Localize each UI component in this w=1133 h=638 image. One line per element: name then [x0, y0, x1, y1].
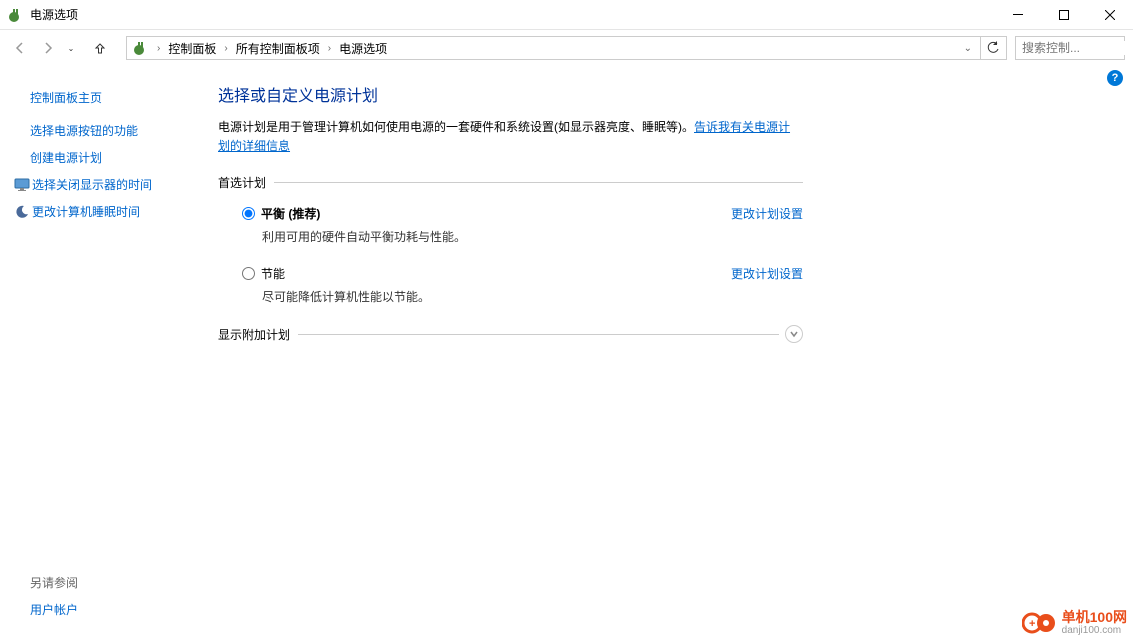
page-description: 电源计划是用于管理计算机如何使用电源的一套硬件和系统设置(如显示器亮度、睡眠等)…: [218, 118, 798, 156]
change-plan-settings-link[interactable]: 更改计划设置: [731, 265, 803, 282]
app-icon: [8, 7, 24, 23]
breadcrumb-bar[interactable]: › 控制面板 › 所有控制面板项 › 电源选项 ⌄: [126, 36, 1007, 60]
chevron-right-icon[interactable]: ›: [220, 43, 231, 54]
section-label: 显示附加计划: [218, 326, 298, 343]
breadcrumb-icon: [131, 38, 151, 58]
refresh-button[interactable]: [980, 36, 1004, 60]
watermark-en: danji100.com: [1062, 625, 1127, 636]
main-content: 选择或自定义电源计划 电源计划是用于管理计算机如何使用电源的一套硬件和系统设置(…: [218, 66, 1133, 638]
help-icon[interactable]: ?: [1107, 70, 1123, 86]
moon-icon: [14, 204, 30, 220]
expand-button[interactable]: [785, 325, 803, 343]
maximize-button[interactable]: [1041, 0, 1087, 30]
window-title: 电源选项: [30, 6, 995, 23]
close-button[interactable]: [1087, 0, 1133, 30]
sidebar-item-power-button[interactable]: 选择电源按钮的功能: [0, 117, 218, 144]
breadcrumb-dropdown[interactable]: ⌄: [964, 43, 972, 54]
sidebar-item-label: 选择电源按钮的功能: [30, 122, 138, 139]
breadcrumb-item[interactable]: 电源选项: [335, 40, 391, 57]
svg-text:+: +: [1029, 618, 1035, 630]
chevron-right-icon[interactable]: ›: [153, 43, 164, 54]
history-dropdown[interactable]: ⌄: [64, 44, 78, 53]
sidebar-home-label: 控制面板主页: [30, 89, 102, 106]
watermark: + 单机100网 danji100.com: [1022, 610, 1127, 636]
up-button[interactable]: [88, 36, 112, 60]
sidebar-item-display-off[interactable]: 选择关闭显示器的时间: [0, 171, 218, 198]
watermark-cn: 单机100网: [1062, 610, 1127, 625]
breadcrumb-item[interactable]: 控制面板: [164, 40, 220, 57]
forward-button[interactable]: [36, 36, 60, 60]
plan-description: 利用可用的硬件自动平衡功耗与性能。: [262, 228, 803, 245]
sidebar-item-label: 选择关闭显示器的时间: [32, 176, 152, 193]
sidebar-item-label: 更改计算机睡眠时间: [32, 203, 140, 220]
plan-balanced: 平衡 (推荐) 更改计划设置 利用可用的硬件自动平衡功耗与性能。: [242, 205, 803, 245]
plan-radio-power-saver[interactable]: [242, 267, 255, 280]
plan-radio-balanced[interactable]: [242, 207, 255, 220]
chevron-right-icon[interactable]: ›: [324, 43, 335, 54]
section-label: 首选计划: [218, 174, 274, 191]
search-box[interactable]: [1015, 36, 1125, 60]
see-also-label: 另请参阅: [30, 574, 218, 591]
window-controls: [995, 0, 1133, 30]
plan-power-saver: 节能 更改计划设置 尽可能降低计算机性能以节能。: [242, 265, 803, 305]
back-button[interactable]: [8, 36, 32, 60]
sidebar-item-label: 创建电源计划: [30, 149, 102, 166]
titlebar: 电源选项: [0, 0, 1133, 30]
monitor-icon: [14, 177, 30, 193]
plan-description: 尽可能降低计算机性能以节能。: [262, 288, 803, 305]
sidebar: 控制面板主页 选择电源按钮的功能 创建电源计划 选择关闭显示器的时间 更改计算机…: [0, 66, 218, 638]
body: 控制面板主页 选择电源按钮的功能 创建电源计划 选择关闭显示器的时间 更改计算机…: [0, 66, 1133, 638]
sidebar-home[interactable]: 控制面板主页: [0, 84, 218, 111]
navbar: ⌄ › 控制面板 › 所有控制面板项 › 电源选项 ⌄: [0, 30, 1133, 66]
see-also-item[interactable]: 用户帐户: [30, 601, 218, 618]
minimize-button[interactable]: [995, 0, 1041, 30]
sidebar-item-create-plan[interactable]: 创建电源计划: [0, 144, 218, 171]
change-plan-settings-link[interactable]: 更改计划设置: [731, 205, 803, 222]
additional-plans-section: 显示附加计划: [218, 325, 803, 343]
sidebar-see-also: 另请参阅 用户帐户: [0, 574, 218, 628]
plan-name[interactable]: 节能: [261, 265, 285, 282]
page-title: 选择或自定义电源计划: [218, 82, 1113, 106]
plan-name[interactable]: 平衡 (推荐): [261, 205, 320, 222]
preferred-plans-section: 首选计划 平衡 (推荐) 更改计划设置 利用可用的硬件自动平衡功耗与性能。 节能…: [218, 174, 803, 305]
breadcrumb-item[interactable]: 所有控制面板项: [232, 40, 324, 57]
sidebar-item-sleep[interactable]: 更改计算机睡眠时间: [0, 198, 218, 225]
search-input[interactable]: [1022, 41, 1133, 55]
watermark-logo: +: [1022, 611, 1058, 635]
